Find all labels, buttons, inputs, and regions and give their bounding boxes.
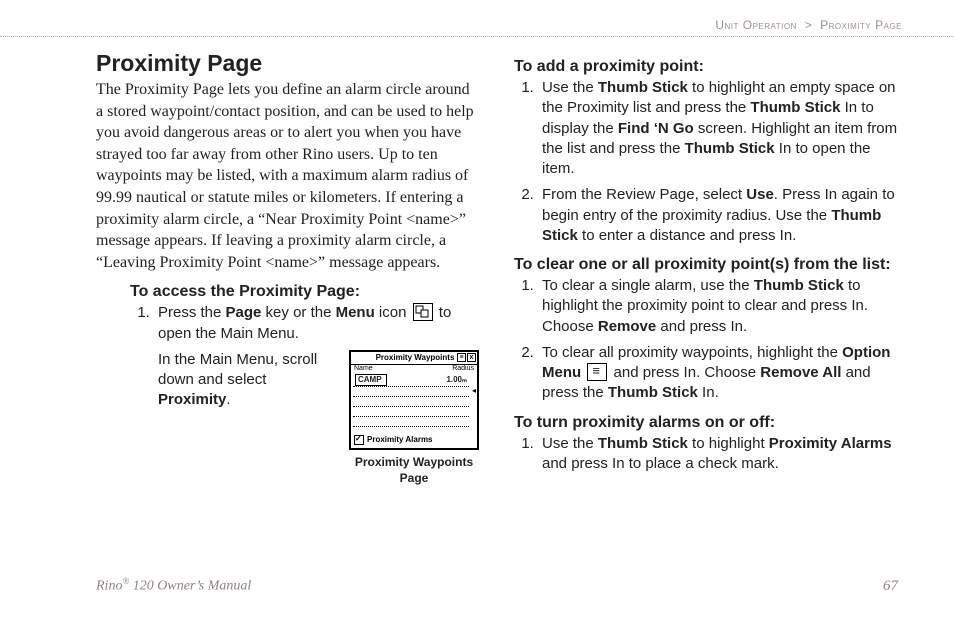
titlebar-option-icon: ≡ (457, 353, 466, 362)
breadcrumb-sep: > (801, 18, 817, 32)
row-1: CAMP 1.00ₘ (353, 374, 469, 387)
menu-icon (413, 303, 433, 321)
heading-access: To access the Proximity Page: (130, 283, 480, 301)
col-radius: Radius (452, 364, 474, 374)
breadcrumb: Unit Operation > Proximity Page (715, 18, 902, 32)
page-number: 67 (883, 578, 898, 595)
header-rule (0, 36, 954, 37)
titlebar-close-icon: x (467, 353, 476, 362)
steps-add: Use the Thumb Stick to highlight an empt… (514, 78, 898, 246)
page-title: Proximity Page (96, 50, 480, 77)
clear-step-2: To clear all proximity waypoints, highli… (538, 343, 898, 404)
access-step-1: Press the Page key or the Menu icon to o… (154, 303, 480, 344)
heading-toggle: To turn proximity alarms on or off: (514, 414, 898, 432)
figure-proximity-waypoints: Proximity Waypoints ≡ x Name Radius CAMP (348, 350, 480, 486)
proximity-alarms-checkbox: Proximity Alarms (354, 435, 433, 446)
toggle-step-1: Use the Thumb Stick to highlight Proximi… (538, 434, 898, 475)
clear-step-1: To clear a single alarm, use the Thumb S… (538, 276, 898, 337)
heading-add: To add a proximity point: (514, 58, 898, 76)
footer-product: Rino® 120 Owner’s Manual (96, 576, 251, 595)
option-menu-icon (587, 363, 607, 381)
access-step-2: Proximity Waypoints ≡ x Name Radius CAMP (154, 350, 480, 488)
screen-title: Proximity Waypoints (376, 353, 455, 362)
device-screen: Proximity Waypoints ≡ x Name Radius CAMP (349, 350, 479, 450)
scroll-caret-icon: ◂ (472, 386, 476, 397)
intro-paragraph: The Proximity Page lets you define an al… (96, 79, 480, 273)
steps-access: Press the Page key or the Menu icon to o… (130, 303, 480, 488)
heading-clear: To clear one or all proximity point(s) f… (514, 256, 898, 274)
row1-value: 1.00ₘ (446, 374, 467, 386)
breadcrumb-page: Proximity Page (820, 18, 902, 32)
row1-name: CAMP (355, 374, 387, 386)
add-step-2: From the Review Page, select Use. Press … (538, 185, 898, 246)
breadcrumb-section: Unit Operation (715, 18, 797, 32)
col-name: Name (354, 364, 373, 374)
steps-clear: To clear a single alarm, use the Thumb S… (514, 276, 898, 404)
steps-toggle: Use the Thumb Stick to highlight Proximi… (514, 434, 898, 475)
figure-caption: Proximity Waypoints Page (348, 454, 480, 486)
add-step-1: Use the Thumb Stick to highlight an empt… (538, 78, 898, 179)
